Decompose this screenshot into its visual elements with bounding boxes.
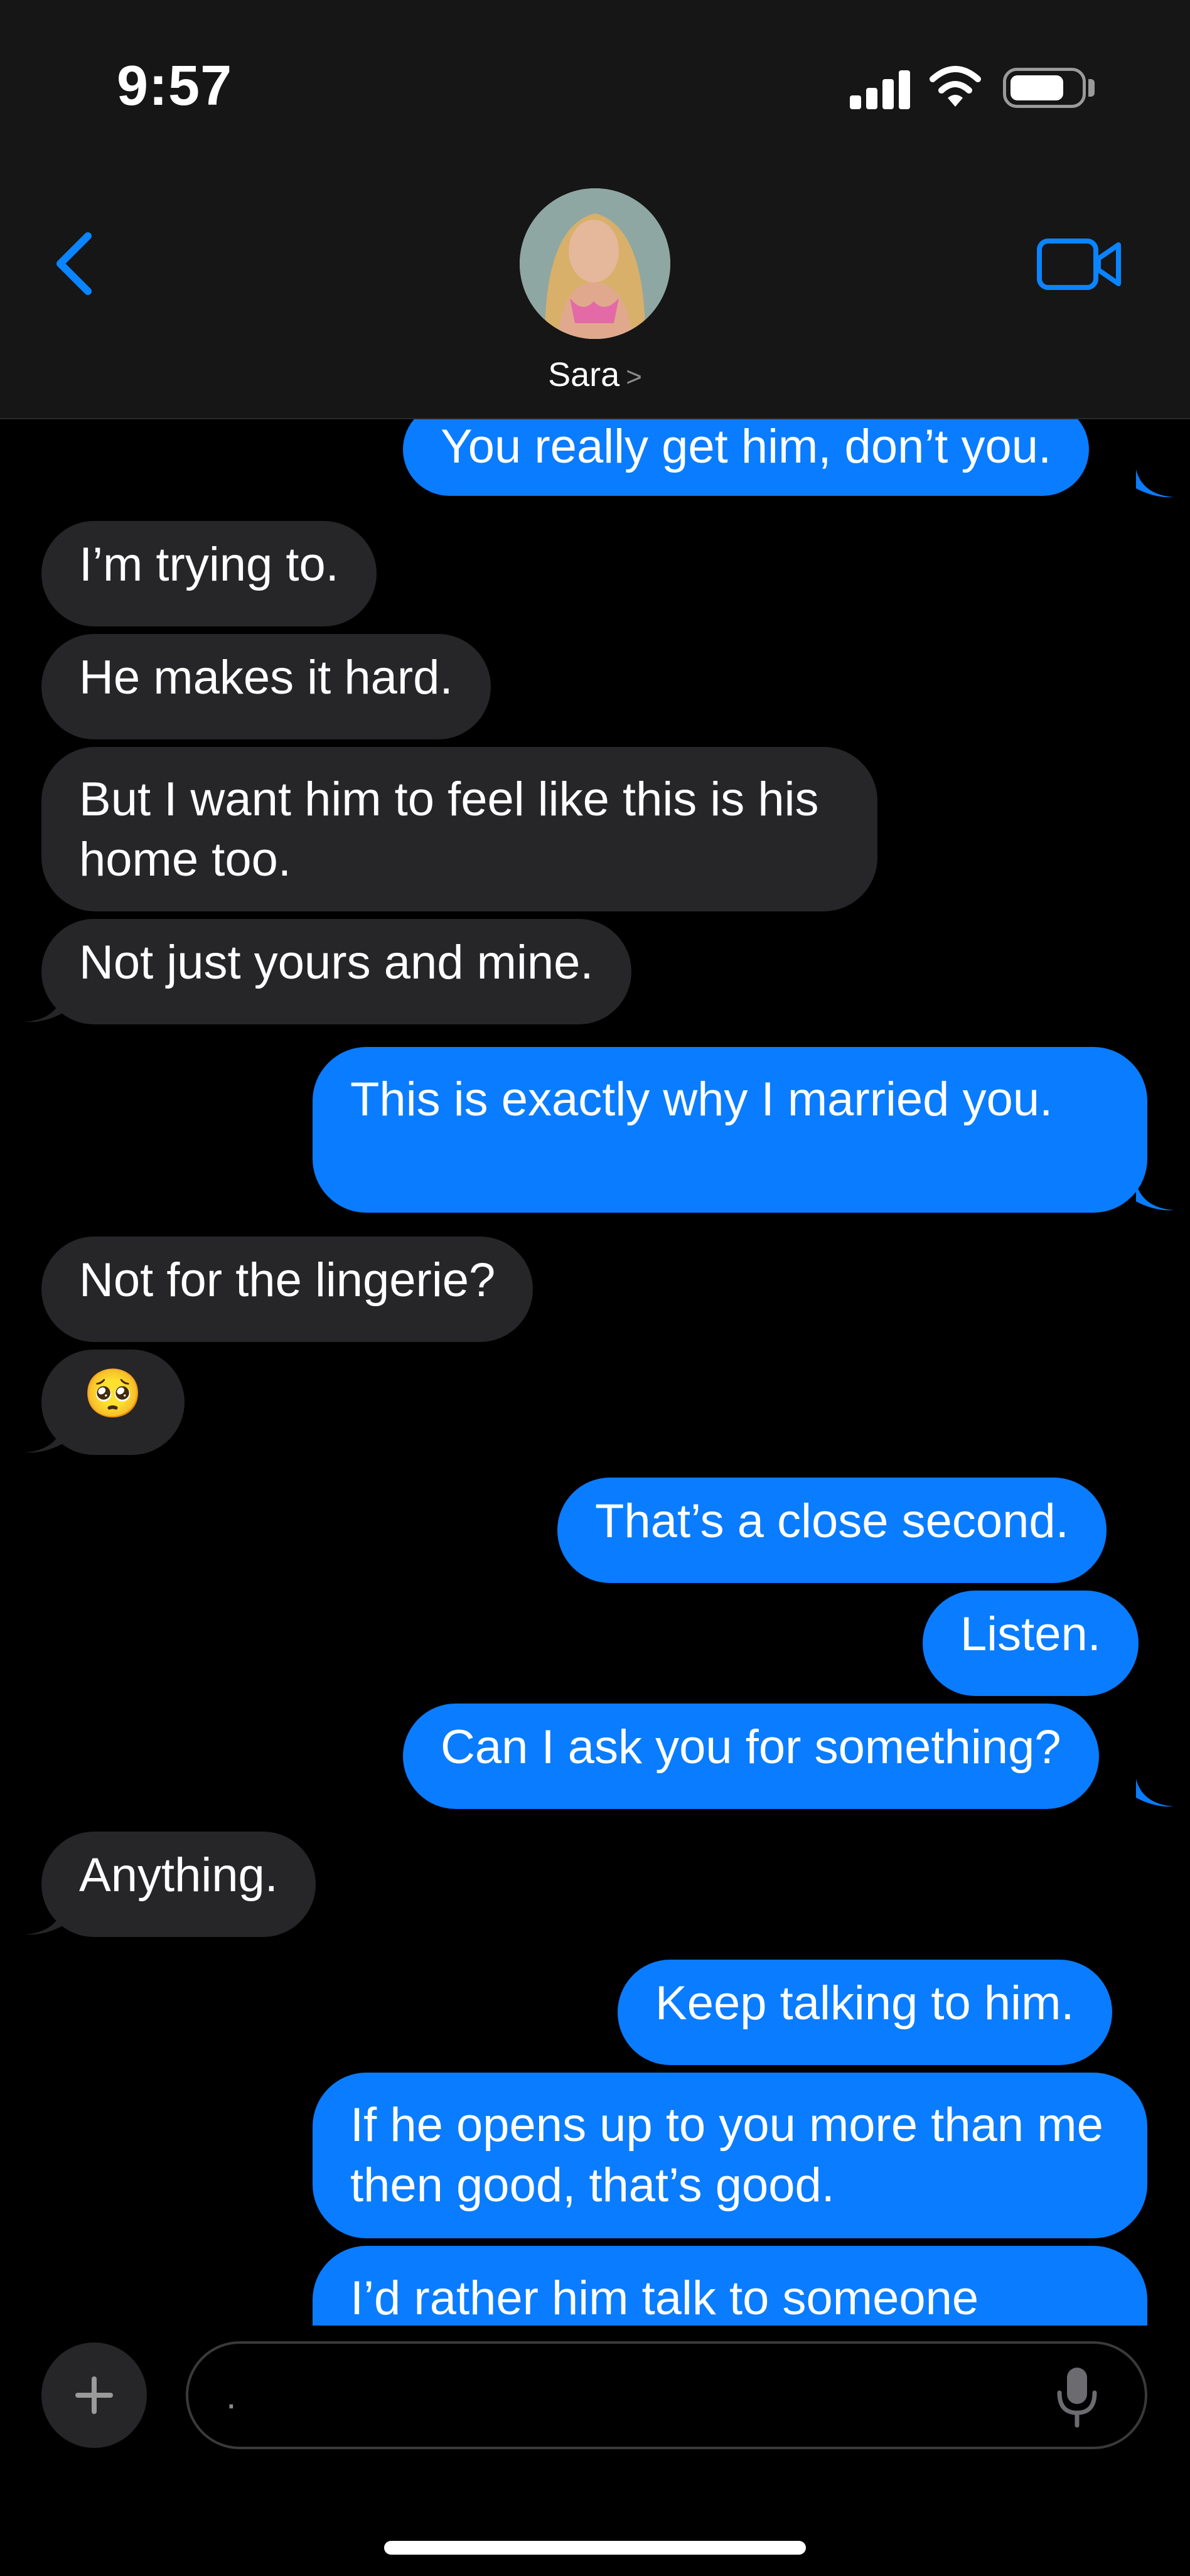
microphone-icon[interactable]	[1056, 2365, 1098, 2428]
contact-avatar[interactable]	[520, 188, 670, 339]
message-bubble-incoming[interactable]: Not just yours and mine.	[41, 919, 631, 1024]
message-bubble-outgoing[interactable]: I’d rather him talk to someone	[313, 2246, 1147, 2326]
wifi-icon	[930, 66, 981, 107]
message-bubble-incoming[interactable]: Not for the lingerie?	[41, 1237, 533, 1342]
bubble-tail-outgoing	[1136, 1779, 1174, 1807]
battery-cap	[1088, 79, 1095, 97]
plus-icon[interactable]	[41, 2343, 147, 2448]
contact-name[interactable]: Sara >	[0, 355, 1190, 394]
chevron-right-icon: >	[626, 362, 642, 392]
message-bubble-incoming[interactable]: He makes it hard.	[41, 634, 491, 739]
battery-icon	[1003, 68, 1086, 108]
bubble-tail-outgoing	[1136, 470, 1174, 498]
video-camera-icon[interactable]	[1036, 235, 1123, 294]
message-bubble-incoming[interactable]: But I want him to feel like this is his …	[41, 747, 877, 911]
message-bubble-outgoing[interactable]: If he opens up to you more than me then …	[313, 2073, 1147, 2238]
message-bubble-outgoing[interactable]: This is exactly why I married you.	[313, 1047, 1147, 1213]
bubble-tail-incoming	[25, 994, 63, 1022]
message-bubble-outgoing[interactable]: Can I ask you for something?	[403, 1704, 1099, 1809]
bubble-tail-incoming	[25, 1425, 63, 1453]
message-bubble-incoming[interactable]: I’m trying to.	[41, 521, 377, 626]
bubble-tail-outgoing	[1136, 1183, 1174, 1211]
message-bubble-outgoing[interactable]: That’s a close second.	[557, 1478, 1107, 1583]
contact-name-label: Sara	[548, 356, 620, 394]
conversation-header: 9:57 Sara >	[0, 0, 1190, 419]
status-time: 9:57	[117, 55, 233, 117]
message-bubble-outgoing[interactable]: Listen.	[923, 1591, 1139, 1696]
back-chevron-icon[interactable]	[44, 226, 104, 301]
message-bubble-incoming-emoji[interactable]: 🥺	[41, 1350, 185, 1455]
home-indicator[interactable]	[384, 2541, 806, 2555]
cellular-signal-icon	[850, 70, 910, 109]
avatar-image	[520, 188, 670, 339]
message-bubble-incoming[interactable]: Anything.	[41, 1832, 316, 1937]
bubble-tail-incoming	[25, 1907, 63, 1935]
message-bubble-outgoing[interactable]: Keep talking to him.	[618, 1960, 1112, 2065]
message-input[interactable]	[186, 2341, 1147, 2449]
